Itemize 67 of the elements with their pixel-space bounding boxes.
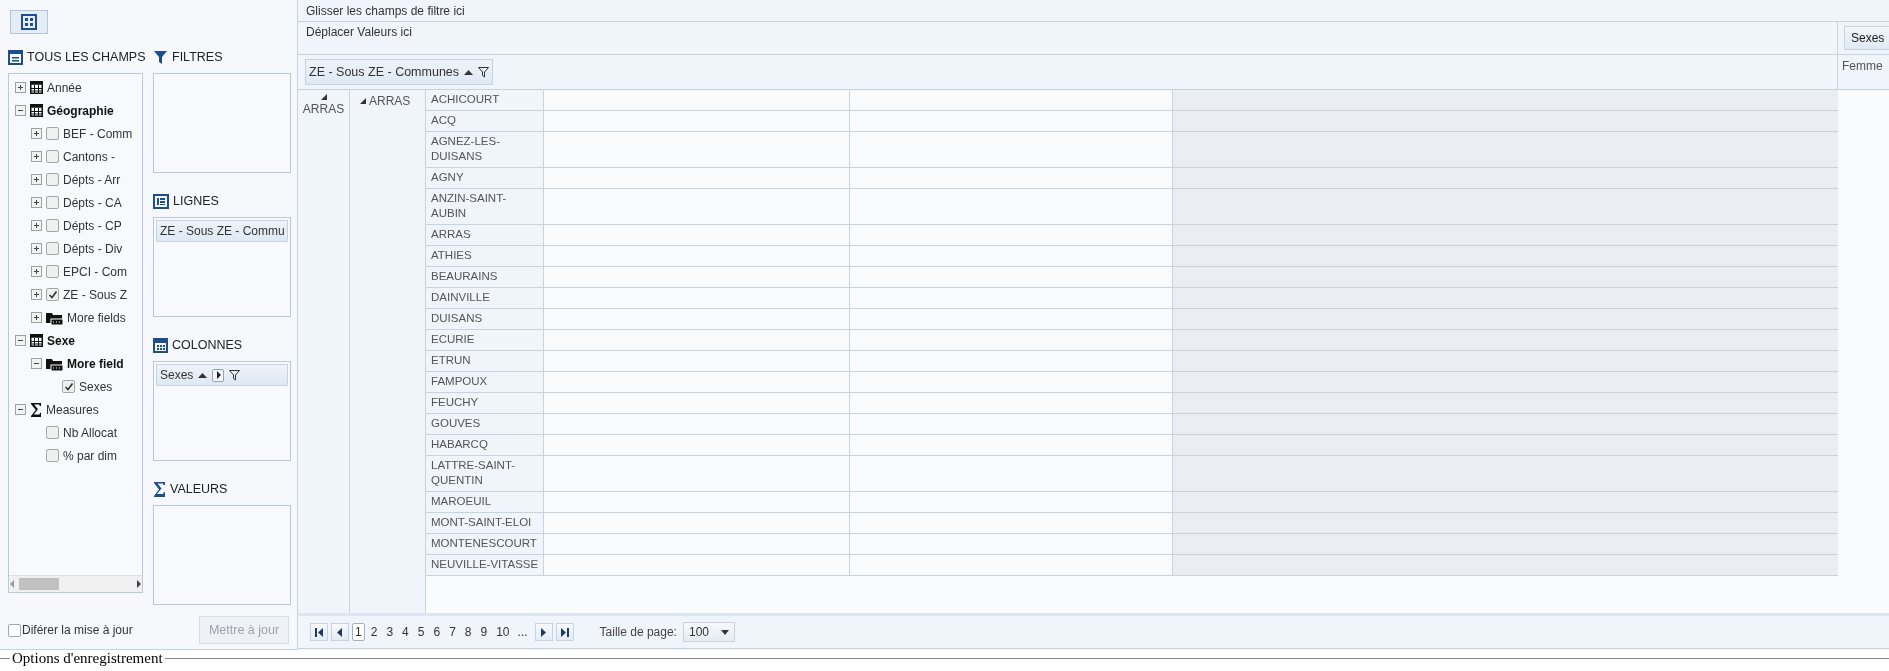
column-field-chip[interactable]: Sexes xyxy=(1844,26,1889,50)
filter-drop-zone: Glisser les champs de filtre ici xyxy=(306,3,465,18)
tree-item[interactable]: ZE - Sous Z xyxy=(9,283,142,306)
tree-item[interactable]: Géographie xyxy=(9,99,142,122)
ellipsis: ... xyxy=(517,625,528,639)
row-header: AGNEZ-LES-DUISANS xyxy=(426,132,544,167)
tree-item[interactable]: More field xyxy=(9,352,142,375)
field-chip[interactable]: ZE - Sous ZE - Commu xyxy=(156,220,288,242)
page-link[interactable]: 5 xyxy=(414,623,428,641)
tree-item[interactable]: More fields xyxy=(9,306,142,329)
page-link[interactable]: 7 xyxy=(446,623,459,641)
section-legend: Options d'enregistrement xyxy=(10,650,165,667)
tree-item[interactable]: Dépts - Div xyxy=(9,237,142,260)
section-title: LIGNES xyxy=(173,194,219,208)
row-header: LATTRE-SAINT-QUENTIN xyxy=(426,456,544,491)
page-link[interactable]: 10 xyxy=(493,623,513,641)
row-header: FAMPOUX xyxy=(426,372,544,392)
row-header: GOUVES xyxy=(426,414,544,434)
tree-item[interactable]: Nb Allocat xyxy=(9,421,142,444)
page-link[interactable]: 6 xyxy=(430,623,444,641)
row-header: FEUCHY xyxy=(426,393,544,413)
row-group-cell: ARRAS xyxy=(350,90,426,613)
field-chip[interactable]: Sexes xyxy=(156,364,288,386)
section-title: COLONNES xyxy=(172,338,243,352)
tree-item[interactable]: BEF - Comm xyxy=(9,122,142,145)
page-link[interactable]: 3 xyxy=(383,623,397,641)
row-header: HABARCQ xyxy=(426,435,544,455)
tree-item[interactable]: Cantons - xyxy=(9,145,142,168)
row-header: ACQ xyxy=(426,111,544,131)
row-header: MONT-SAINT-ELOI xyxy=(426,513,544,533)
page-link[interactable]: 8 xyxy=(461,623,475,641)
tree-item[interactable]: Année xyxy=(9,76,142,99)
section-title: TOUS LES CHAMPS xyxy=(27,50,146,64)
row-header: DUISANS xyxy=(426,309,544,329)
tree-item[interactable]: Measures xyxy=(9,398,142,421)
row-group-cell: ARRAS xyxy=(298,90,350,613)
values-drop-zone: Déplacer Valeurs ici xyxy=(306,25,412,39)
row-header: ANZIN-SAINT-AUBIN xyxy=(426,189,544,224)
row-header: ATHIES xyxy=(426,246,544,266)
row-header: BEAURAINS xyxy=(426,267,544,287)
page-link[interactable]: 4 xyxy=(399,623,412,641)
tree-item[interactable]: Dépts - Arr xyxy=(9,168,142,191)
row-header: ARRAS xyxy=(426,225,544,245)
row-field-chip[interactable]: ZE - Sous ZE - Communes xyxy=(305,59,494,85)
tree-item[interactable]: Sexes xyxy=(9,375,142,398)
section-title: VALEURS xyxy=(170,482,228,496)
tree-item[interactable]: EPCI - Com xyxy=(9,260,142,283)
page-link[interactable]: 1 xyxy=(352,623,365,641)
row-header: ETRUN xyxy=(426,351,544,371)
tree-item[interactable]: Dépts - CP xyxy=(9,214,142,237)
page-size-select[interactable]: 100 xyxy=(682,622,735,642)
row-header: NEUVILLE-VITASSE xyxy=(426,555,544,575)
tree-item[interactable]: % par dim xyxy=(9,444,142,467)
page-size-label: Taille de page: xyxy=(599,625,677,639)
tree-item[interactable]: Sexe xyxy=(9,329,142,352)
row-header: AGNY xyxy=(426,168,544,188)
tree-item[interactable]: Dépts - CA xyxy=(9,191,142,214)
column-header: Femme xyxy=(1841,58,1884,73)
page-link[interactable]: 2 xyxy=(367,623,381,641)
row-header: DAINVILLE xyxy=(426,288,544,308)
row-header: MONTENESCOURT xyxy=(426,534,544,554)
checkbox-label: Diférer la mise à jour xyxy=(22,623,133,637)
page-link[interactable]: 9 xyxy=(477,623,491,641)
row-header: ACHICOURT xyxy=(426,90,544,110)
row-header: MAROEUIL xyxy=(426,492,544,512)
row-header: ECURIE xyxy=(426,330,544,350)
section-title: FILTRES xyxy=(172,50,223,64)
